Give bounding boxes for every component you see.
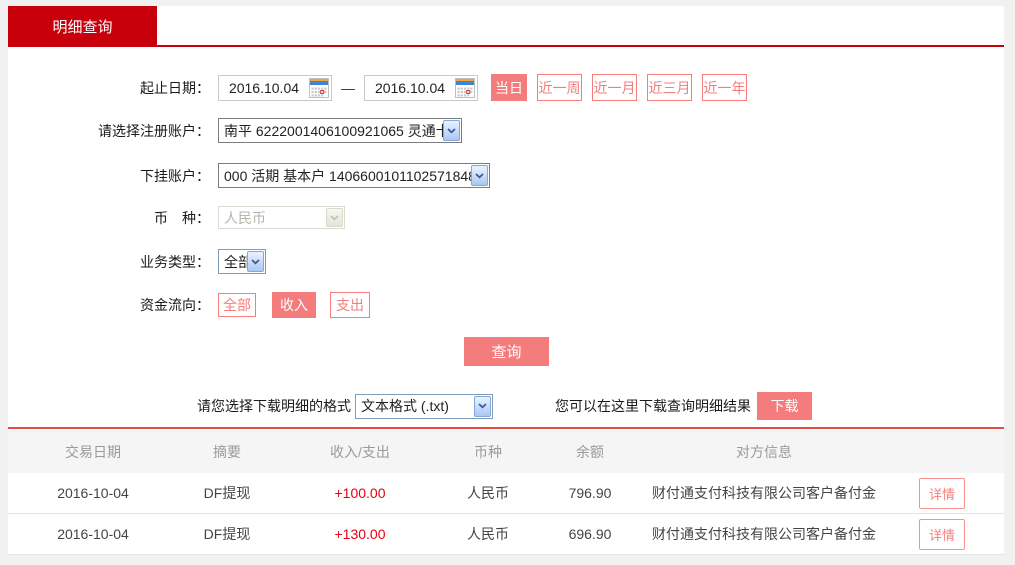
quick-button-last-week[interactable]: 近一周 [537, 74, 582, 101]
fund-flow-income-button[interactable]: 收入 [272, 292, 316, 318]
currency-label: 币 种： [154, 209, 210, 226]
download-row: 请您选择下载明细的格式 文本格式 (.txt) 您可以在这里下载查询明细结果 下… [8, 392, 1004, 420]
download-hint: 您可以在这里下载查询明细结果 [555, 398, 751, 414]
fund-flow-label: 资金流向： [140, 297, 210, 313]
fund-flow-row: 资金流向： 全部 收入 支出 [8, 292, 1004, 318]
business-type-select[interactable]: 全部 [218, 249, 266, 274]
download-format-label: 请您选择下载明细的格式 [197, 398, 351, 414]
register-account-value: 南平 6222001406100921065 灵通卡 [224, 122, 450, 139]
table-header-row: 交易日期 摘要 收入/支出 币种 余额 对方信息 [8, 430, 1004, 473]
cell-balance: 696.90 [568, 526, 612, 542]
currency-value: 人民币 [224, 209, 266, 226]
date-separator: — [341, 79, 355, 96]
detail-button[interactable]: 详情 [918, 518, 965, 550]
header-summary: 摘要 [213, 443, 241, 460]
calendar-icon[interactable] [309, 77, 329, 98]
quick-button-last-month[interactable]: 近一月 [592, 74, 637, 101]
tab-bar: 明细查询 [8, 6, 1004, 47]
header-trade-date: 交易日期 [65, 443, 121, 460]
chevron-down-icon[interactable] [471, 165, 488, 186]
header-income-expense: 收入/支出 [330, 443, 390, 460]
cell-counterparty: 财付通支付科技有限公司客户备付金 [652, 526, 876, 542]
date-range-row: 起止日期： 2016.10.04 — 2016.10.04 当日 近一周 近一月… [8, 74, 1004, 101]
cell-summary: DF提现 [203, 485, 251, 501]
currency-select: 人民币 [218, 206, 345, 229]
cell-currency: 人民币 [467, 485, 509, 501]
detail-button[interactable]: 详情 [918, 477, 965, 509]
cell-counterparty: 财付通支付科技有限公司客户备付金 [652, 485, 876, 501]
end-date-value[interactable]: 2016.10.04 [365, 80, 455, 96]
register-account-select[interactable]: 南平 6222001406100921065 灵通卡 [218, 118, 462, 143]
quick-button-last-quarter[interactable]: 近三月 [647, 74, 692, 101]
chevron-down-icon[interactable] [443, 120, 460, 141]
cell-balance: 796.90 [568, 485, 612, 501]
header-balance: 余额 [576, 443, 604, 460]
content-panel: 明细查询 起止日期： 2016.10.04 — 2016.10.04 当日 近一… [8, 6, 1004, 555]
download-format-select[interactable]: 文本格式 (.txt) [355, 393, 493, 419]
fund-flow-all-button[interactable]: 全部 [218, 293, 256, 317]
business-type-row: 业务类型： 全部 [8, 249, 1004, 274]
chevron-down-icon[interactable] [247, 251, 264, 272]
fund-flow-expense-button[interactable]: 支出 [330, 292, 370, 318]
query-button[interactable]: 查询 [464, 337, 549, 366]
sub-account-select[interactable]: 000 活期 基本户 1406600101102571848 [218, 163, 490, 188]
sub-account-value: 000 活期 基本户 1406600101102571848 [224, 167, 476, 184]
table-row: 2016-10-04 DF提现 +130.00 人民币 696.90 财付通支付… [8, 514, 1004, 555]
cell-trade-date: 2016-10-04 [57, 485, 129, 501]
sub-account-label: 下挂账户： [140, 167, 210, 184]
download-format-value: 文本格式 (.txt) [361, 398, 449, 414]
date-range-label: 起止日期： [140, 79, 210, 96]
download-button[interactable]: 下载 [757, 392, 812, 420]
register-account-label: 请选择注册账户： [98, 122, 210, 139]
start-date-input[interactable]: 2016.10.04 [218, 74, 332, 101]
sub-account-row: 下挂账户： 000 活期 基本户 1406600101102571848 [8, 163, 1004, 188]
quick-button-today[interactable]: 当日 [491, 74, 527, 101]
quick-button-last-year[interactable]: 近一年 [702, 74, 747, 101]
start-date-value[interactable]: 2016.10.04 [219, 80, 309, 96]
cell-currency: 人民币 [467, 526, 509, 542]
cell-amount: +100.00 [334, 485, 386, 501]
table-top-divider [8, 427, 1004, 429]
cell-trade-date: 2016-10-04 [57, 526, 129, 542]
register-account-row: 请选择注册账户： 南平 6222001406100921065 灵通卡 [8, 118, 1004, 143]
table-row: 2016-10-04 DF提现 +100.00 人民币 796.90 财付通支付… [8, 473, 1004, 514]
chevron-down-icon[interactable] [474, 395, 491, 417]
cell-amount: +130.00 [334, 526, 386, 542]
header-currency: 币种 [474, 443, 502, 460]
tab-detail-query[interactable]: 明细查询 [8, 6, 157, 47]
currency-row: 币 种： 人民币 [8, 206, 1004, 229]
results-table: 交易日期 摘要 收入/支出 币种 余额 对方信息 2016-10-04 DF提现… [8, 430, 1004, 555]
header-counterparty: 对方信息 [736, 443, 792, 460]
calendar-icon[interactable] [455, 77, 475, 98]
business-type-label: 业务类型： [140, 253, 210, 270]
end-date-input[interactable]: 2016.10.04 [364, 74, 478, 101]
cell-summary: DF提现 [203, 526, 251, 542]
chevron-down-icon [326, 208, 343, 227]
